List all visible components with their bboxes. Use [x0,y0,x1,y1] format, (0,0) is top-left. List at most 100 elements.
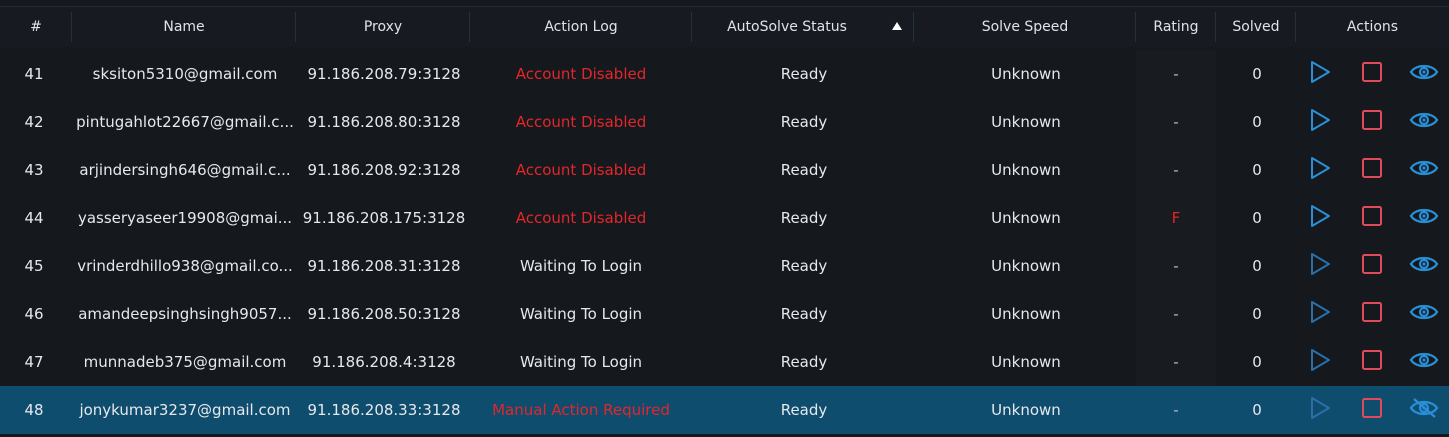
view-button[interactable] [1409,61,1439,87]
rating-value: - [1136,146,1216,194]
row-index: 47 [24,353,44,371]
account-email: arjindersingh646@gmail.c... [79,161,291,179]
view-button[interactable] [1409,205,1439,231]
action-log-text: Account Disabled [515,65,647,83]
proxy-address: 91.186.208.80:3128 [307,113,461,131]
stop-button[interactable] [1359,253,1385,279]
start-button[interactable] [1307,157,1333,183]
rating-value: - [1136,386,1216,434]
stop-button[interactable] [1359,157,1385,183]
header-name[interactable]: Name [72,7,296,47]
stop-button[interactable] [1359,397,1385,423]
proxy-address: 91.186.208.79:3128 [307,65,461,83]
play-icon [1309,252,1331,280]
header-action-log[interactable]: Action Log [470,7,692,47]
table-row[interactable]: 46 amandeepsinghsingh9057... 91.186.208.… [0,290,1449,338]
start-button[interactable] [1307,205,1333,231]
account-email: vrinderdhillo938@gmail.co... [77,257,293,275]
action-log-text: Account Disabled [515,113,647,131]
account-email: jonykumar3237@gmail.com [79,401,291,419]
view-button[interactable] [1409,349,1439,375]
row-index: 44 [24,209,44,227]
account-email: yasseryaseer19908@gmai... [77,209,293,227]
accounts-table: # Name Proxy Action Log AutoSolve Status… [0,0,1449,437]
rating-value: - [1136,290,1216,338]
start-button[interactable] [1307,301,1333,327]
table-row[interactable]: 41 sksiton5310@gmail.com 91.186.208.79:3… [0,50,1449,98]
stop-icon [1361,205,1383,231]
table-row[interactable]: 47 munnadeb375@gmail.com 91.186.208.4:31… [0,338,1449,386]
view-button[interactable] [1409,253,1439,279]
action-log-text: Manual Action Required [492,401,670,419]
start-button[interactable] [1307,397,1333,423]
rating-value: - [1136,98,1216,146]
eye-off-icon [1409,397,1439,423]
eye-icon [1409,109,1439,135]
table-row[interactable]: 42 pintugahlot22667@gmail.c... 91.186.20… [0,98,1449,146]
solve-speed: Unknown [991,305,1061,323]
stop-button[interactable] [1359,109,1385,135]
rating-value: - [1136,50,1216,98]
solved-count: 0 [1252,305,1262,323]
stop-button[interactable] [1359,301,1385,327]
proxy-address: 91.186.208.31:3128 [307,257,461,275]
table-header: # Name Proxy Action Log AutoSolve Status… [0,7,1449,47]
start-button[interactable] [1307,61,1333,87]
solve-speed: Unknown [991,161,1061,179]
play-icon [1309,156,1331,184]
autosolve-status: Ready [780,305,828,323]
stop-button[interactable] [1359,349,1385,375]
solved-count: 0 [1252,113,1262,131]
header-proxy[interactable]: Proxy [296,7,470,47]
proxy-address: 91.186.208.4:3128 [312,353,456,371]
stop-icon [1361,301,1383,327]
stop-icon [1361,109,1383,135]
view-button[interactable] [1409,109,1439,135]
view-button[interactable] [1409,397,1439,423]
autosolve-status: Ready [780,353,828,371]
account-email: pintugahlot22667@gmail.c... [76,113,294,131]
rating-value: - [1136,242,1216,290]
table-row[interactable]: 44 yasseryaseer19908@gmai... 91.186.208.… [0,194,1449,242]
row-index: 41 [24,65,44,83]
row-index: 45 [24,257,44,275]
action-log-text: Waiting To Login [519,353,643,371]
solve-speed: Unknown [991,113,1061,131]
header-index[interactable]: # [0,7,72,47]
account-email: sksiton5310@gmail.com [92,65,278,83]
table-row[interactable]: 43 arjindersingh646@gmail.c... 91.186.20… [0,146,1449,194]
eye-icon [1409,301,1439,327]
view-button[interactable] [1409,301,1439,327]
row-index: 42 [24,113,44,131]
account-email: munnadeb375@gmail.com [83,353,287,371]
start-button[interactable] [1307,253,1333,279]
header-rating[interactable]: Rating [1136,7,1216,47]
eye-icon [1409,157,1439,183]
eye-icon [1409,349,1439,375]
table-row[interactable]: 45 vrinderdhillo938@gmail.co... 91.186.2… [0,242,1449,290]
play-icon [1309,60,1331,88]
rating-value: - [1136,338,1216,386]
start-button[interactable] [1307,349,1333,375]
stop-icon [1361,397,1383,423]
autosolve-status: Ready [780,65,828,83]
eye-icon [1409,253,1439,279]
header-solved[interactable]: Solved [1216,7,1296,47]
autosolve-status: Ready [780,209,828,227]
sort-ascending-icon[interactable] [892,22,902,30]
stop-button[interactable] [1359,205,1385,231]
stop-icon [1361,61,1383,87]
action-log-text: Waiting To Login [519,257,643,275]
solved-count: 0 [1252,401,1262,419]
view-button[interactable] [1409,157,1439,183]
stop-button[interactable] [1359,61,1385,87]
row-index: 48 [24,401,44,419]
table-row[interactable]: 48 jonykumar3237@gmail.com 91.186.208.33… [0,386,1449,434]
action-log-text: Account Disabled [515,161,647,179]
header-solve-speed[interactable]: Solve Speed [914,7,1136,47]
header-autosolve-status-label: AutoSolve Status [727,19,847,35]
eye-icon [1409,61,1439,87]
action-log-text: Account Disabled [515,209,647,227]
start-button[interactable] [1307,109,1333,135]
header-autosolve-status[interactable]: AutoSolve Status [692,7,914,47]
